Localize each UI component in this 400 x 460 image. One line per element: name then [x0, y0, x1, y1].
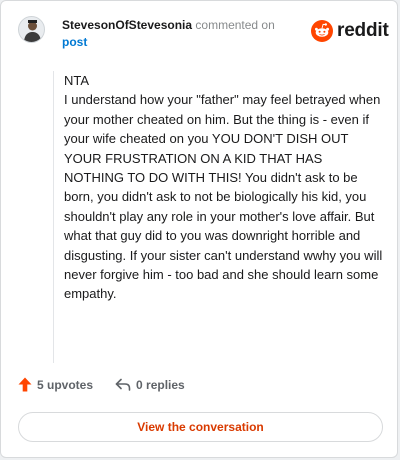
action-text: commented on: [195, 18, 275, 32]
comment-body: NTA I understand how your "father" may f…: [53, 71, 383, 363]
reddit-logo[interactable]: reddit: [311, 20, 389, 42]
comment-line-text: I understand how your "father" may feel …: [64, 92, 383, 302]
upvote-button[interactable]: 5 upvotes: [18, 377, 93, 392]
reply-button[interactable]: 0 replies: [115, 378, 185, 392]
upvote-count: 5 upvotes: [37, 377, 94, 392]
comment-embed-card: StevesonOfStevesonia commented on post r…: [0, 0, 398, 458]
avatar-icon: [24, 20, 41, 42]
comment-header: StevesonOfStevesonia commented on post: [62, 17, 302, 51]
view-conversation-button[interactable]: View the conversation: [18, 412, 383, 442]
post-link[interactable]: post: [62, 35, 87, 49]
comment-line-verdict: NTA: [64, 73, 90, 88]
comment-actions: 5 upvotes 0 replies: [18, 377, 185, 392]
user-avatar[interactable]: [18, 16, 45, 43]
reddit-wordmark: reddit: [337, 20, 389, 41]
username-link[interactable]: StevesonOfStevesonia: [62, 18, 192, 32]
reply-arrow-icon: [115, 378, 131, 391]
upvote-arrow-icon: [18, 377, 32, 392]
reply-count: 0 replies: [136, 377, 185, 392]
reddit-snoo-icon: [311, 20, 333, 42]
